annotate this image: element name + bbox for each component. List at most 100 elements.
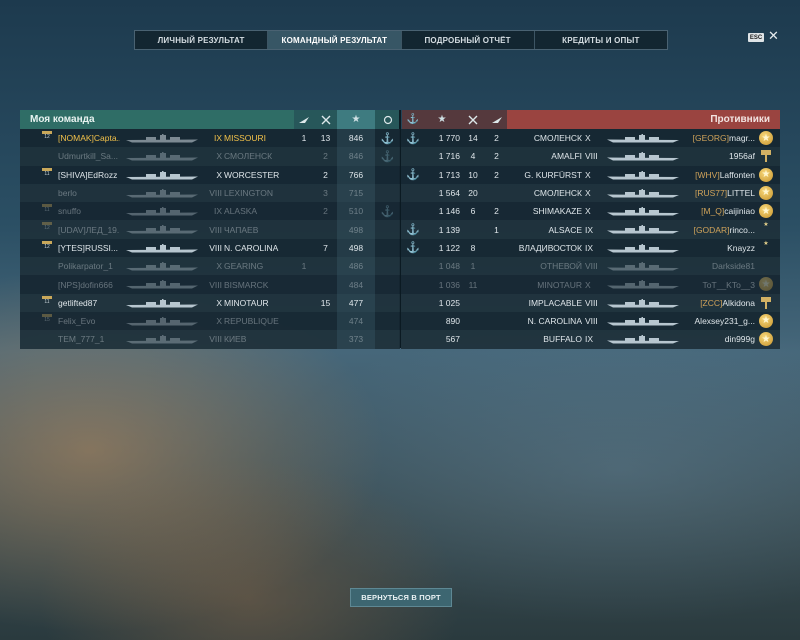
rank-star-icon: ★ (763, 222, 769, 229)
player-nickname: din999g (724, 334, 755, 345)
ship-name: BISMARCK (224, 279, 269, 290)
clan-tag: [RUS77] (695, 188, 728, 199)
tab-detailed-report[interactable]: ПОДРОБНЫЙ ОТЧЁТ (402, 31, 535, 49)
ship-silhouette-icon (126, 207, 198, 216)
player-name[interactable]: snuffo (58, 202, 120, 220)
ship-tier: X (216, 169, 222, 180)
frags-count (314, 330, 337, 348)
planes-destroyed (294, 220, 314, 238)
tab-credits-and-xp[interactable]: КРЕДИТЫ И ОПЫТ (535, 31, 667, 49)
planes-destroyed (486, 312, 507, 330)
ship-name: REPUBLIQUE (224, 316, 279, 327)
player-nickname: Udmurtkill_Sa... (58, 151, 118, 162)
table-row: 11 [SHIVA] EdRozz X WORCESTER 2 766 ⚓ 1 713 10 2 G.… (20, 165, 780, 184)
player-name[interactable]: [NPS] dofin666 (58, 275, 120, 293)
frags-count: 15 (320, 297, 331, 308)
player-name[interactable]: [UDAV]ЛЕД_19... (58, 220, 120, 238)
tab-personal-result[interactable]: ЛИЧНЫЙ РЕЗУЛЬТАТ (135, 31, 269, 49)
rank-badge-icon: 12 (42, 240, 52, 255)
planes-destroyed (486, 294, 507, 312)
base-xp: 1 770 (438, 133, 460, 144)
base-xp: 1 716 (438, 151, 460, 162)
player-name[interactable]: Udmurtkill_Sa... (58, 147, 120, 165)
ship-tier: VIII (585, 261, 598, 272)
ship-tier: IX (213, 133, 222, 144)
ship-silhouette-icon (607, 243, 679, 253)
rank-laurel-icon (375, 110, 400, 129)
player-name[interactable]: [GEORG] magr... (671, 129, 755, 147)
tab-team-result[interactable]: КОМАНДНЫЙ РЕЗУЛЬТАТ (268, 31, 402, 49)
player-name[interactable]: [RUS77] LITTEL (671, 184, 755, 202)
ship-silhouette-icon (607, 152, 679, 161)
anchor-icon: ⚓ (406, 242, 420, 255)
player-name[interactable]: [WHV] Laffonten (671, 166, 755, 184)
rank-badge-icon: 11 (42, 167, 52, 182)
player-name[interactable]: ToT__KTo__3 (671, 275, 755, 293)
frags-count: 11 (468, 279, 478, 290)
clan-tag: [UDAV] (58, 224, 86, 235)
player-name[interactable]: [ZCC] Alkidona (671, 294, 755, 312)
ship-silhouette-icon (607, 262, 679, 271)
player-name[interactable]: TEM_777_1 (58, 330, 120, 348)
frags-count: 7 (323, 242, 328, 253)
ship-name: MISSOURI (224, 133, 267, 144)
player-name[interactable]: Darkside81 (671, 257, 755, 275)
table-row: TEM_777_1 VIII КИЕВ 373 567 BUFFALO IX din999g ★ (20, 330, 780, 349)
base-xp: 1 713 (438, 169, 460, 180)
ship-silhouette-icon (607, 225, 679, 234)
player-name[interactable]: [NOMAK]Capta... (58, 129, 120, 147)
my-team-title: Моя команда (20, 110, 294, 129)
ship-tier: X (585, 133, 591, 144)
clan-tag: [M_Q] (701, 206, 725, 217)
frags-count: 20 (468, 188, 478, 199)
ship-name: КИЕВ (224, 334, 247, 345)
base-xp: 477 (348, 297, 364, 308)
player-name[interactable]: [GODAR] rinco... (671, 220, 755, 238)
my-team-header: Моя команда ★ (20, 110, 400, 129)
table-row: 12 [UDAV]ЛЕД_19... VIIIЧАПАЕВ 498 ⚓ 1 139 1 ALS… (20, 220, 780, 239)
ship-name: ALASKA (224, 206, 258, 217)
player-name[interactable]: Felix_Evo (58, 312, 120, 330)
clan-tag: [NPS] (58, 279, 81, 290)
table-row: berlo VIII LEXINGTON 3 715 1 564 20 СМОЛЕНСК X [R… (20, 183, 780, 203)
base-xp: 1 122 (438, 242, 460, 253)
player-name[interactable]: [M_Q] caijiniao (671, 202, 755, 220)
player-name[interactable]: Polikarpator_1 (58, 257, 120, 275)
player-nickname: Felix_Evo (58, 316, 96, 327)
frags-count (314, 312, 337, 330)
player-name[interactable]: Alexsey231_g... (671, 312, 755, 330)
clan-tag: [SHIVA] (58, 169, 88, 180)
ship-silhouette-icon (126, 316, 198, 326)
planes-destroyed: 2 (494, 151, 499, 162)
planes-destroyed (294, 166, 314, 184)
base-xp: 846 (348, 151, 364, 162)
ship-silhouette-icon (126, 152, 198, 161)
player-name[interactable]: getlifted87 (58, 294, 120, 312)
achievement-medal-icon: ★ (759, 313, 773, 328)
player-rows: 12[NOMAK]Capta...IXMISSOURI113846⚓⚓1 770… (20, 129, 780, 349)
table-row: 15 Felix_Evo X REPUBLIQUE 474 890 N. CAROLINA V… (20, 311, 780, 331)
base-xp: 715 (348, 188, 364, 199)
player-name[interactable]: [YTES] RUSSI... (58, 239, 120, 257)
anchor-icon: ⚓ (406, 224, 420, 237)
achievement-medal-icon: ★ (759, 277, 773, 292)
frags-count (314, 257, 337, 275)
planes-icon (486, 110, 507, 129)
player-nickname: RUSSI... (84, 242, 118, 253)
player-name[interactable]: din999g (671, 330, 755, 348)
ship-silhouette-icon (126, 298, 198, 308)
player-name[interactable]: [SHIVA] EdRozz (58, 166, 120, 184)
close-icon[interactable]: ✕ (768, 29, 779, 43)
ship-silhouette-icon (126, 225, 198, 234)
star-icon: ★ (337, 110, 375, 129)
ship-name: LEXINGTON (224, 188, 273, 199)
player-name[interactable]: 1956af (671, 147, 755, 165)
return-to-port-button[interactable]: ВЕРНУТЬСЯ В ПОРТ (350, 588, 452, 607)
enemy-team-title: Противники (507, 110, 780, 129)
ship-silhouette-icon (607, 298, 679, 308)
ship-tier: VIII (209, 242, 222, 253)
player-name[interactable]: berlo (58, 184, 120, 202)
planes-destroyed (486, 239, 507, 257)
frags-count: 2 (323, 206, 328, 217)
player-name[interactable]: Knayzz (671, 239, 755, 257)
